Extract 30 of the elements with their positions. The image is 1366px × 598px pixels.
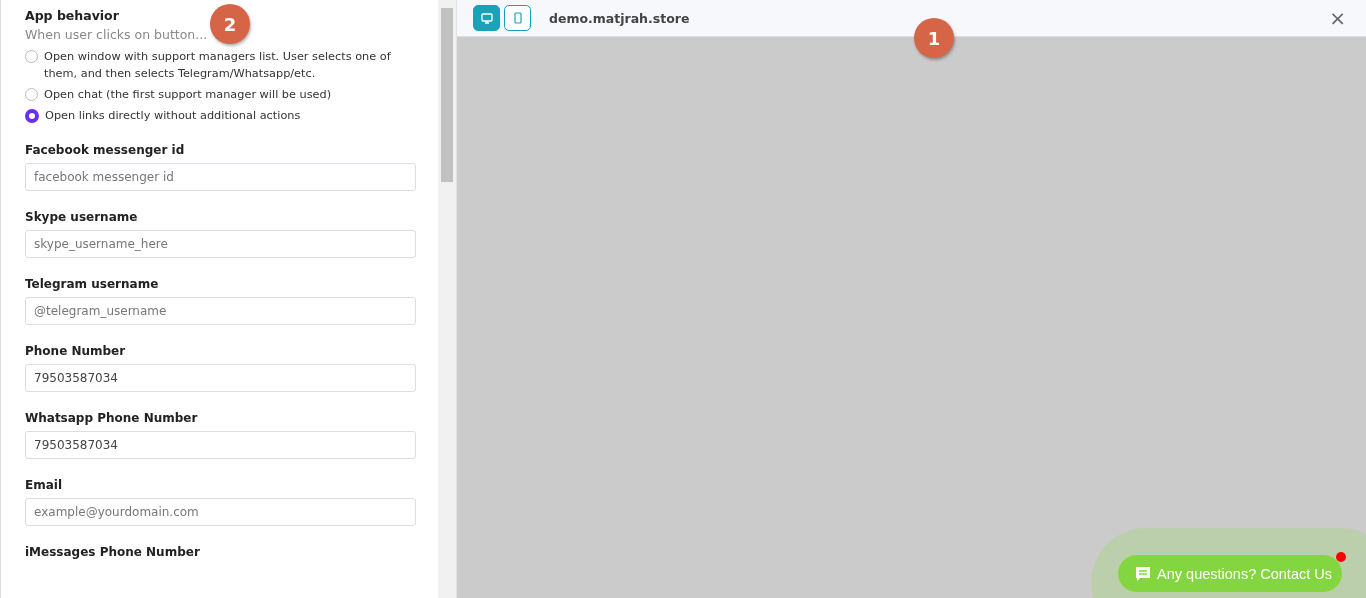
text-field[interactable]: skype_username_here xyxy=(25,230,416,258)
scrollbar-thumb[interactable] xyxy=(441,8,453,182)
field-label: Phone Number xyxy=(25,344,126,358)
section-hint: When user clicks on button... xyxy=(25,27,209,42)
field-label: iMessages Phone Number xyxy=(25,545,200,559)
desktop-view-button[interactable] xyxy=(473,5,500,31)
section-title: App behavior xyxy=(25,8,120,23)
phone-icon xyxy=(513,12,522,24)
field-label: Skype username xyxy=(25,210,138,224)
mobile-view-button[interactable] xyxy=(504,5,531,31)
option-label: Open window with support managers list. User selects one of them, and then selects Telegram/Whatsapp/etc. xyxy=(44,49,392,82)
field-label: Facebook messenger id xyxy=(25,143,185,157)
field-label: Email xyxy=(25,478,63,492)
field-label: Telegram username xyxy=(25,277,159,291)
close-button[interactable]: × xyxy=(1325,6,1350,30)
text-field[interactable]: facebook messenger id xyxy=(25,163,416,191)
step-marker: 2 xyxy=(210,4,250,44)
option-label: Open chat (the first support manager will be used) xyxy=(44,87,332,103)
radio-button[interactable] xyxy=(25,50,38,63)
text-field[interactable]: example@yourdomain.com xyxy=(25,498,416,526)
text-field[interactable]: @telegram_username xyxy=(25,297,416,325)
option-label: Open links directly without additional actions xyxy=(45,108,301,124)
chat-icon xyxy=(1134,564,1153,583)
site-name: demo.matjrah.store xyxy=(549,10,690,26)
monitor-icon xyxy=(480,12,493,24)
radio-button[interactable] xyxy=(25,109,39,123)
text-field[interactable]: 79503587034 xyxy=(25,431,416,459)
radio-button[interactable] xyxy=(25,88,38,101)
text-field[interactable]: 79503587034 xyxy=(25,364,416,392)
field-label: Whatsapp Phone Number xyxy=(25,411,198,425)
